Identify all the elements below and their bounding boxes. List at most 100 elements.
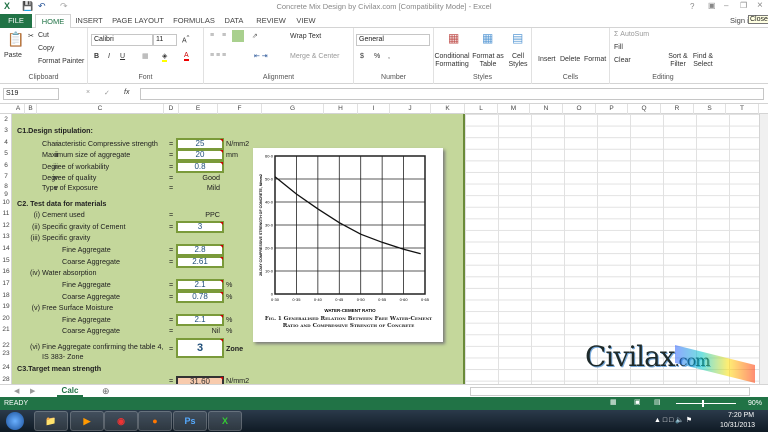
close-button[interactable]: × [757, 0, 763, 11]
font-color-icon[interactable]: A [184, 52, 189, 61]
row-header-15[interactable]: 15 [0, 257, 12, 264]
name-box[interactable]: S19 [3, 88, 59, 100]
media-player-icon[interactable]: ▶ [70, 411, 104, 431]
tab-review[interactable]: REVIEW [256, 14, 286, 28]
wrap-text-button[interactable]: Wrap Text [290, 33, 321, 40]
enter-icon[interactable]: ✓ [104, 89, 110, 97]
row-header-22[interactable]: 22 [0, 342, 12, 349]
format-as-table-button[interactable]: Format as Table [472, 53, 504, 69]
align-top-icon[interactable]: ≡ [210, 32, 214, 39]
align-left-icon[interactable]: ≡ ≡ ≡ [210, 52, 226, 59]
copy-button[interactable]: Copy [38, 45, 54, 52]
column-header-h[interactable]: H [324, 104, 358, 114]
column-header-o[interactable]: O [563, 104, 596, 114]
percent-button[interactable]: % [374, 53, 380, 60]
tab-formulas[interactable]: FORMULAS [172, 14, 216, 28]
column-header-t[interactable]: T [726, 104, 759, 114]
row-header-7[interactable]: 7 [0, 173, 12, 180]
firefox-icon[interactable]: ● [138, 411, 172, 431]
photoshop-icon[interactable]: Ps [173, 411, 207, 431]
italic-button[interactable]: I [108, 53, 110, 60]
column-header-g[interactable]: G [262, 104, 324, 114]
page-break-view-icon[interactable]: ▤ [654, 398, 661, 406]
column-header-f[interactable]: F [218, 104, 262, 114]
comma-button[interactable]: , [388, 53, 390, 60]
currency-button[interactable]: $ [360, 53, 364, 60]
bold-button[interactable]: B [94, 53, 99, 60]
help-button[interactable]: ? [690, 2, 694, 11]
r5-input[interactable]: 20 [176, 149, 224, 161]
column-header-b[interactable]: B [25, 104, 37, 114]
restore-button[interactable]: ❐ [740, 1, 747, 10]
formula-input[interactable] [140, 88, 764, 100]
align-bottom-icon[interactable] [232, 30, 244, 42]
row-header-21[interactable]: 21 [0, 326, 12, 333]
r17-input[interactable]: 2.1 [176, 279, 224, 291]
chrome-icon[interactable]: ◉ [104, 411, 138, 431]
format-painter-button[interactable]: Format Painter [38, 58, 84, 65]
tray-icons[interactable]: ▲ □ □ 🔈 ⚑ [654, 416, 692, 424]
r15-input[interactable]: 2.61 [176, 256, 224, 268]
tab-page-layout[interactable]: PAGE LAYOUT [112, 14, 164, 28]
zoom-slider-thumb[interactable] [702, 400, 704, 407]
prev-sheet-icon[interactable]: ◀ [14, 387, 19, 395]
row-header-4[interactable]: 4 [0, 139, 12, 146]
column-header-s[interactable]: S [694, 104, 726, 114]
row-header-12[interactable]: 12 [0, 222, 12, 229]
zoom-slider[interactable] [676, 403, 736, 404]
tab-view[interactable]: VIEW [294, 14, 318, 28]
insert-function-button[interactable]: fx [124, 89, 129, 96]
font-name-select[interactable]: Calibri [91, 34, 153, 46]
column-header-c[interactable]: C [37, 104, 164, 114]
font-size-select[interactable]: 11 [153, 34, 177, 46]
row-header-14[interactable]: 14 [0, 245, 12, 252]
tab-file[interactable]: FILE [0, 14, 32, 28]
r14-input[interactable]: 2.8 [176, 244, 224, 256]
find-select-button[interactable]: Find & Select [690, 53, 716, 69]
format-cells-button[interactable]: Format [584, 56, 606, 63]
vertical-scrollbar[interactable] [759, 114, 768, 384]
orientation-icon[interactable]: ⇗ [252, 32, 258, 40]
conditional-formatting-button[interactable]: Conditional Formatting [434, 53, 470, 69]
sort-filter-button[interactable]: Sort & Filter [666, 53, 690, 69]
indent-icon[interactable]: ⇤ ⇥ [254, 52, 268, 60]
grow-font-icon[interactable]: A^ [182, 35, 189, 44]
r6-input[interactable]: 0.8 [176, 161, 224, 173]
horizontal-scrollbar[interactable] [470, 387, 750, 396]
minimize-button[interactable]: – [724, 1, 728, 10]
row-header-28[interactable]: 28 [0, 376, 12, 383]
column-header-a[interactable]: A [12, 104, 25, 114]
fill-color-icon[interactable]: ◈ [162, 52, 168, 62]
row-header-24[interactable]: 24 [0, 364, 12, 371]
strength-chart-image[interactable]: 0·30 0·35 0·40 0·45 0·50 0·55 0·60 0·65 0 10·0 20·… [253, 148, 443, 342]
row-header-8[interactable]: 8 [0, 183, 12, 190]
row-header-9[interactable]: 9 [0, 191, 12, 198]
borders-icon[interactable]: ▦ [142, 52, 149, 60]
row-header-23[interactable]: 23 [0, 350, 12, 357]
cancel-icon[interactable]: × [86, 89, 90, 96]
insert-cells-button[interactable]: Insert [538, 56, 556, 63]
normal-view-icon[interactable]: ▦ [610, 398, 617, 406]
column-header-l[interactable]: L [465, 104, 498, 114]
row-header-20[interactable]: 20 [0, 315, 12, 322]
row-header-10[interactable]: 10 [0, 199, 12, 206]
row-header-6[interactable]: 6 [0, 162, 12, 169]
cut-button[interactable]: Cut [38, 32, 49, 39]
clear-button[interactable]: Clear [614, 57, 631, 64]
number-format-select[interactable]: General [356, 34, 430, 46]
column-header-e[interactable]: E [179, 104, 218, 114]
row-header-16[interactable]: 16 [0, 268, 12, 275]
column-header-k[interactable]: K [431, 104, 465, 114]
tab-data[interactable]: DATA [222, 14, 246, 28]
sheet-tab-calc[interactable]: Calc [57, 385, 83, 397]
fill-button[interactable]: Fill [614, 44, 623, 51]
zoom-level[interactable]: 90% [748, 400, 762, 407]
add-sheet-icon[interactable]: ⊕ [102, 386, 110, 397]
paste-button[interactable]: Paste [4, 52, 22, 59]
row-header-18[interactable]: 18 [0, 292, 12, 299]
zone-input[interactable]: 3 [176, 338, 224, 358]
page-layout-view-icon[interactable]: ▣ [634, 398, 641, 406]
merge-center-button[interactable]: Merge & Center [290, 53, 339, 60]
explorer-icon[interactable]: 📁 [34, 411, 68, 431]
column-header-q[interactable]: Q [628, 104, 661, 114]
